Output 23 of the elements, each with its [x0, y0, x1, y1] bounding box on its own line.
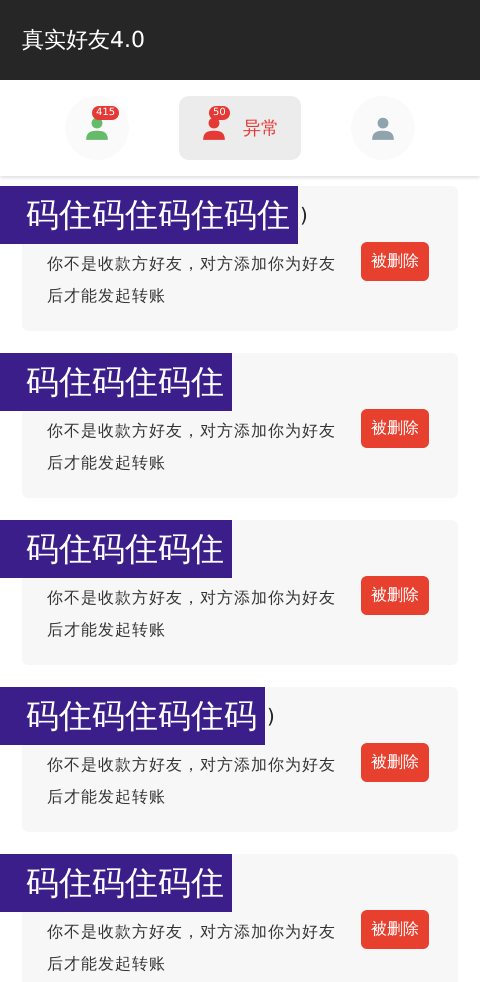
filter-tab[interactable]: 50 异常: [179, 96, 301, 160]
deleted-button[interactable]: 被删除: [361, 743, 429, 782]
name-text: ): [267, 704, 275, 728]
redaction-label: 码住码住码住: [0, 854, 232, 912]
app-title: 真实好友4.0: [22, 27, 145, 55]
status-message: 你不是收款方好友，对方添加你为好友后才能发起转账: [47, 587, 337, 641]
count-badge: 415: [92, 106, 120, 120]
person-icon: [370, 115, 396, 141]
status-message: 你不是收款方好友，对方添加你为好友后才能发起转账: [47, 420, 337, 474]
status-message: 你不是收款方好友，对方添加你为好友后才能发起转账: [47, 253, 337, 307]
redaction-label: 码住码住码住码: [0, 687, 265, 745]
redaction-label: 码住码住码住: [0, 353, 232, 411]
status-message: 你不是收款方好友，对方添加你为好友后才能发起转账: [47, 921, 337, 975]
deleted-button[interactable]: 被删除: [361, 409, 429, 448]
deleted-button[interactable]: 被删除: [361, 242, 429, 281]
filter-tab[interactable]: 415: [65, 96, 129, 160]
count-badge: 50: [209, 106, 230, 120]
status-message: 你不是收款方好友，对方添加你为好友后才能发起转账: [47, 754, 337, 808]
deleted-button[interactable]: 被删除: [361, 910, 429, 949]
redaction-label: 码住码住码住码住: [0, 186, 298, 244]
redaction-label: 码住码住码住: [0, 520, 232, 578]
deleted-button[interactable]: 被删除: [361, 576, 429, 615]
name-text: ): [300, 203, 308, 227]
